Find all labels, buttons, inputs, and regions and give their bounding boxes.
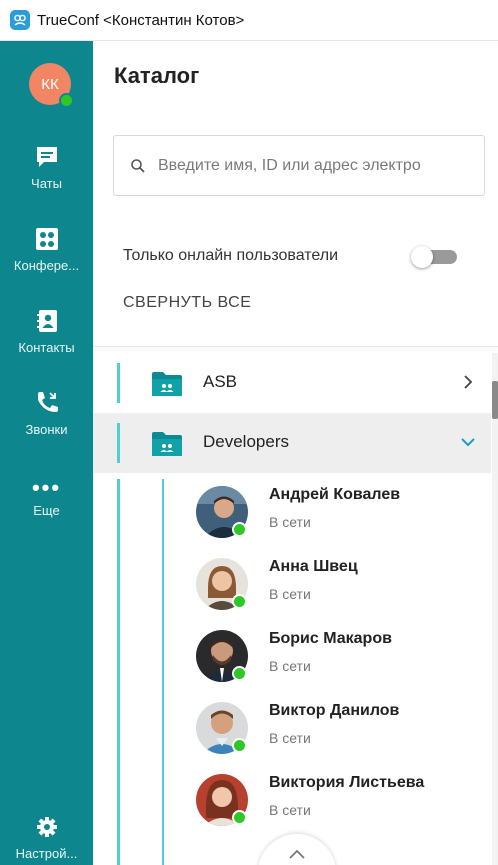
- online-status-icon: [232, 738, 247, 753]
- group-folder-icon: [152, 432, 182, 456]
- contact-status: В сети: [269, 658, 311, 674]
- group-name: Developers: [203, 432, 289, 451]
- group-row-asb[interactable]: ASB: [93, 353, 491, 413]
- calls-icon: [37, 392, 58, 412]
- scrollbar-thumb[interactable]: [492, 381, 498, 419]
- sidebar-item-calls[interactable]: Звонки: [0, 390, 93, 437]
- online-status-icon: [232, 522, 247, 537]
- online-only-label: Только онлайн пользователи: [123, 247, 339, 264]
- tree-scrollbar[interactable]: [492, 353, 498, 865]
- chevron-up-icon: [289, 849, 305, 859]
- window-title: TrueConf <Константин Котов>: [37, 11, 245, 29]
- contact-name: Анна Швец: [269, 558, 358, 575]
- conference-icon: [35, 228, 58, 250]
- my-avatar[interactable]: КК: [29, 63, 74, 108]
- sidebar-item-label: Звонки: [25, 422, 68, 437]
- collapse-all-button[interactable]: СВЕРНУТЬ ВСЕ: [123, 294, 251, 312]
- contact-row[interactable]: Борис Макаров В сети: [93, 617, 491, 689]
- online-only-toggle[interactable]: [411, 246, 459, 268]
- contact-status: В сети: [269, 730, 311, 746]
- online-status-icon: [232, 666, 247, 681]
- contact-row[interactable]: Виктор Данилов В сети: [93, 689, 491, 761]
- page-title: Каталог: [114, 63, 200, 88]
- search-box[interactable]: [113, 135, 485, 196]
- sidebar-item-label: Контакты: [18, 340, 75, 355]
- trueconf-logo-icon: [10, 10, 30, 30]
- group-name: ASB: [203, 372, 238, 391]
- contact-name: Виктория Листьева: [269, 774, 425, 791]
- online-status-icon: [232, 810, 247, 825]
- sidebar: КК Чаты Конфере... Контакты Звонки ••• Е…: [0, 41, 93, 865]
- contact-name: Виктор Данилов: [269, 702, 400, 719]
- group-row-developers[interactable]: Developers: [93, 413, 491, 473]
- search-input[interactable]: [158, 156, 478, 175]
- chevron-right-icon: [464, 375, 473, 389]
- contact-status: В сети: [269, 802, 311, 818]
- catalog-pane: Каталог Только онлайн пользователи СВЕРН…: [93, 41, 498, 865]
- sidebar-item-settings[interactable]: Настрой...: [0, 814, 93, 861]
- contact-status: В сети: [269, 586, 311, 602]
- my-avatar-initials: КК: [41, 75, 59, 93]
- tree-indent-line: [117, 423, 120, 463]
- sidebar-item-contacts[interactable]: Контакты: [0, 308, 93, 355]
- directory-tree: ASB Developers Андрей Ковалев В сети Анн…: [93, 353, 498, 865]
- sidebar-item-label: Настрой...: [15, 846, 78, 861]
- online-status-icon: [232, 594, 247, 609]
- toggle-knob: [411, 246, 433, 268]
- contact-row[interactable]: Андрей Ковалев В сети: [93, 473, 491, 545]
- online-status-icon: [59, 93, 74, 108]
- sidebar-item-label: Конфере...: [13, 258, 80, 273]
- contacts-icon: [36, 310, 57, 332]
- group-folder-icon: [152, 372, 182, 396]
- contact-row[interactable]: Виктория Листьева В сети: [93, 761, 491, 833]
- sidebar-item-label: Чаты: [31, 176, 62, 191]
- more-icon: •••: [31, 475, 62, 500]
- sidebar-item-more[interactable]: ••• Еще: [0, 475, 93, 519]
- search-icon: [131, 158, 145, 173]
- contact-name: Андрей Ковалев: [269, 486, 401, 503]
- chat-icon: [36, 147, 57, 167]
- contact-status: В сети: [269, 514, 311, 530]
- sidebar-item-chats[interactable]: Чаты: [0, 144, 93, 191]
- sidebar-item-conferences[interactable]: Конфере...: [0, 226, 93, 273]
- chevron-down-icon: [461, 438, 475, 447]
- header-divider: [93, 346, 498, 347]
- contact-row[interactable]: Анна Швец В сети: [93, 545, 491, 617]
- gear-icon: [36, 817, 57, 837]
- sidebar-item-label: Еще: [33, 503, 60, 518]
- tree-indent-line: [117, 363, 120, 403]
- contact-name: Борис Макаров: [269, 630, 392, 647]
- window-titlebar: TrueConf <Константин Котов>: [0, 0, 498, 41]
